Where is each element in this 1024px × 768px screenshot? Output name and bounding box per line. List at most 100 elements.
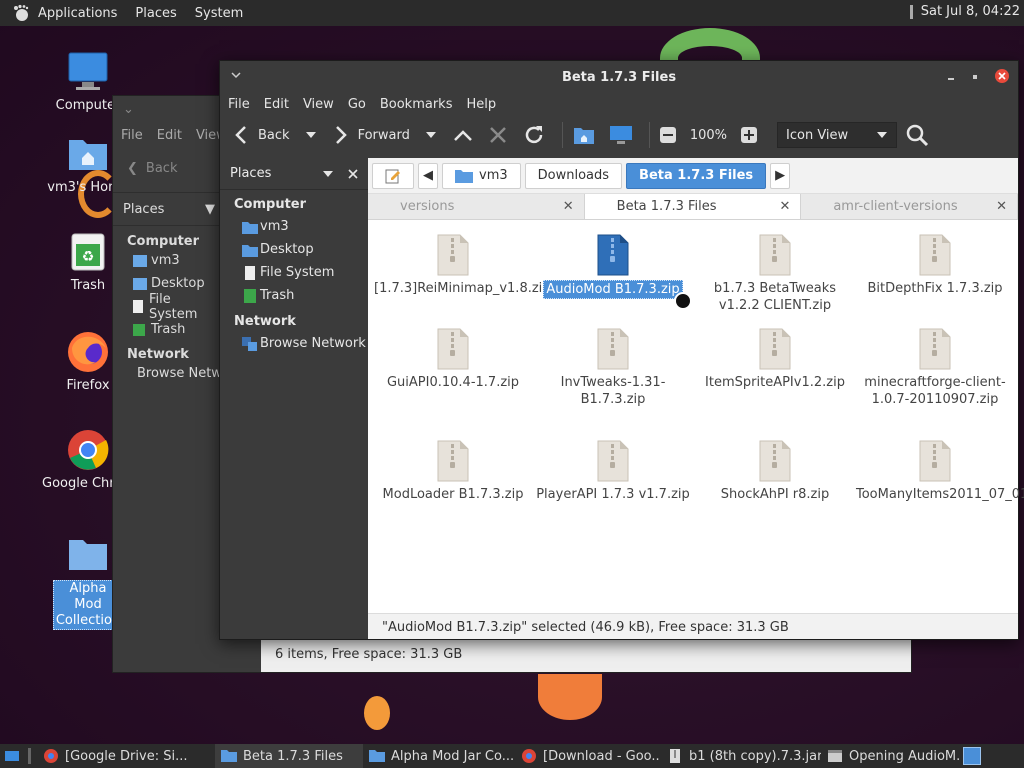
path-scroll-right[interactable]: ▶ [770, 162, 791, 189]
path-segment-current[interactable]: Beta 1.7.3 Files [626, 162, 767, 189]
file-item[interactable]: PlayerAPI 1.7.3 v1.7.zip [532, 440, 694, 503]
tab-label: Beta 1.7.3 Files [616, 199, 717, 214]
path-segment-label: vm3 [479, 168, 508, 183]
menu-file[interactable]: File [121, 128, 143, 143]
forward-button[interactable]: Forward [332, 124, 410, 146]
places-menu[interactable]: Places [135, 6, 176, 21]
trash-icon: ♻ [66, 230, 110, 274]
gnome-foot-icon[interactable] [10, 2, 32, 24]
view-mode-select[interactable]: Icon View [777, 122, 898, 148]
menu-go[interactable]: Go [348, 97, 366, 112]
forward-history-dropdown[interactable] [424, 130, 438, 140]
menu-edit[interactable]: Edit [157, 128, 182, 143]
dropdown-arrow-icon[interactable] [322, 170, 334, 178]
file-item[interactable]: ModLoader B1.7.3.zip [372, 440, 534, 503]
toolbar-separator [561, 122, 563, 148]
taskbar-item-label: [Google Drive: Si... [65, 748, 188, 764]
taskbar-item-opening-dialog[interactable]: Opening AudioM... [821, 744, 959, 768]
menu-bar: File Edit View Go Bookmarks Help [220, 93, 1018, 115]
file-name: TooManyItems2011_07_01.zip [856, 487, 1024, 502]
close-tab-icon[interactable]: ✕ [996, 199, 1007, 214]
title-bar[interactable]: Beta 1.7.3 Files [220, 61, 1018, 93]
clock[interactable]: Sat Jul 8, 04:22 [909, 4, 1020, 19]
window-menu-button[interactable] [230, 69, 242, 84]
file-item[interactable]: [1.7.3]ReiMinimap_v1.8.zip [372, 234, 551, 297]
zoom-in-icon [741, 127, 758, 143]
taskbar-item-download[interactable]: [Download - Goo... [515, 744, 661, 768]
sidebar-item-vm3[interactable]: vm3 [113, 249, 223, 272]
sidebar-item-vm3[interactable]: vm3 [220, 215, 368, 238]
forward-label: Forward [357, 127, 410, 143]
back-history-dropdown[interactable] [304, 130, 318, 140]
home-folder-icon [573, 128, 594, 144]
close-tab-icon[interactable]: ✕ [779, 199, 790, 214]
file-item[interactable]: b1.7.3 BetaTweaks v1.2.2 CLIENT.zip [694, 234, 856, 314]
file-item-selected[interactable]: AudioMod B1.7.3.zip [532, 234, 694, 299]
menu-bookmarks[interactable]: Bookmarks [380, 97, 453, 112]
tab-amr-client-versions[interactable]: amr-client-versions ✕ [801, 194, 1019, 219]
file-name: ItemSpriteAPIv1.2.zip [705, 375, 845, 390]
path-segment-vm3[interactable]: vm3 [442, 162, 521, 189]
status-bar: "AudioMod B1.7.3.zip" selected (46.9 kB)… [368, 613, 1018, 639]
back-button[interactable]: Back [146, 161, 178, 176]
path-segment-downloads[interactable]: Downloads [524, 162, 623, 189]
stop-button[interactable] [488, 125, 508, 145]
file-item[interactable]: ShockAhPI r8.zip [694, 440, 856, 503]
home-button[interactable] [573, 125, 595, 145]
zoom-in-button[interactable] [741, 127, 758, 143]
file-item[interactable]: ItemSpriteAPIv1.2.zip [694, 328, 856, 391]
edit-location-button[interactable] [372, 162, 414, 189]
taskbar-item-beta-files[interactable]: Beta 1.7.3 Files [215, 744, 363, 768]
back-button[interactable]: Back [232, 124, 290, 146]
zoom-out-button[interactable] [659, 127, 676, 143]
search-button[interactable] [905, 123, 929, 147]
file-manager-window[interactable]: Beta 1.7.3 Files File Edit View Go Bookm… [219, 60, 1024, 640]
computer-heading: Computer [127, 234, 200, 249]
path-scroll-left[interactable]: ◀ [418, 162, 438, 189]
window-controls [946, 68, 1010, 88]
file-name: GuiAPI0.10.4-1.7.zip [386, 375, 520, 390]
close-tab-icon[interactable]: ✕ [563, 199, 574, 214]
search-icon [906, 124, 929, 147]
tab-versions[interactable]: versions ✕ [368, 194, 585, 219]
zip-file-icon [758, 234, 792, 276]
taskbar-item-google-drive[interactable]: [Google Drive: Si... [37, 744, 215, 768]
taskbar-item-label: Alpha Mod Jar Co... [391, 748, 515, 764]
places-selector[interactable]: Places ▼ [113, 192, 223, 226]
maximize-button[interactable] [970, 71, 980, 86]
sidebar-item-desktop[interactable]: Desktop [220, 238, 368, 261]
close-sidebar-icon[interactable] [348, 168, 358, 179]
workspace-switcher[interactable] [959, 744, 985, 768]
file-item[interactable]: GuiAPI0.10.4-1.7.zip [372, 328, 534, 391]
reload-button[interactable] [522, 123, 546, 147]
sidebar-item-browse-network[interactable]: Browse Network [220, 332, 368, 355]
tab-beta-files[interactable]: Beta 1.7.3 Files ✕ [584, 194, 802, 219]
places-selector[interactable]: Places [220, 158, 368, 190]
network-icon [242, 336, 257, 351]
sidebar-item-file-system[interactable]: File System [113, 292, 223, 322]
computer-button[interactable] [609, 125, 633, 145]
zip-file-icon [758, 440, 792, 482]
menu-view[interactable]: View [303, 97, 334, 112]
menu-edit[interactable]: Edit [264, 97, 289, 112]
sidebar-item-browse-network[interactable]: Browse Network [113, 362, 223, 385]
sidebar-item-trash[interactable]: Trash [220, 284, 368, 307]
close-button[interactable] [994, 68, 1010, 88]
taskbar-item-alpha-mod[interactable]: Alpha Mod Jar Co... [363, 744, 515, 768]
file-item[interactable]: InvTweaks-1.31-B1.7.3.zip [532, 328, 694, 408]
menu-help[interactable]: Help [466, 97, 496, 112]
up-button[interactable] [452, 126, 474, 144]
zip-file-icon [918, 234, 952, 276]
sidebar-item-file-system[interactable]: File System [220, 261, 368, 284]
system-menu[interactable]: System [195, 6, 243, 21]
content-pane: ◀ vm3 Downloads Beta 1.7.3 Files ▶ versi… [368, 158, 1024, 639]
file-item[interactable]: BitDepthFix 1.7.3.zip [854, 234, 1016, 297]
minimize-button[interactable] [946, 71, 956, 86]
show-desktop-button[interactable] [0, 744, 24, 768]
file-item[interactable]: TooManyItems2011_07_01.zip [854, 440, 1024, 503]
file-grid: [1.7.3]ReiMinimap_v1.8.zip AudioMod B1.7… [368, 222, 1024, 612]
menu-file[interactable]: File [228, 97, 250, 112]
applications-menu[interactable]: Applications [38, 6, 117, 21]
taskbar-item-jar[interactable]: b1 (8th copy).7.3.jar [661, 744, 821, 768]
file-item[interactable]: minecraftforge-client-1.0.7-20110907.zip [854, 328, 1016, 408]
